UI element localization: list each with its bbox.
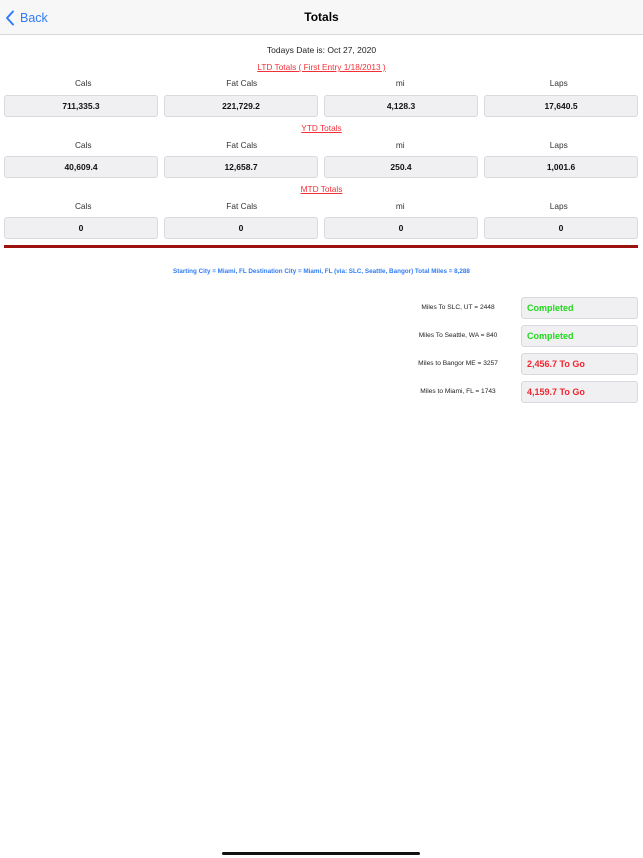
label-fat-cals: Fat Cals [226,201,258,211]
leg-status[interactable]: Completed [521,297,638,319]
ytd-mi-field[interactable]: 250.4 [324,156,478,178]
mtd-totals-link[interactable]: MTD Totals [0,184,643,194]
ltd-cals-field[interactable]: 711,335.3 [4,95,158,117]
leg-status[interactable]: 4,159.7 To Go [521,381,638,403]
ltd-values: 711,335.3 221,729.2 4,128.3 17,640.5 [4,95,638,117]
ltd-fat-cals-field[interactable]: 221,729.2 [164,95,318,117]
label-cals: Cals [74,201,92,211]
mtd-fat-cals-field[interactable]: 0 [164,217,318,239]
label-fat-cals: Fat Cals [226,140,258,150]
todays-date: Todays Date is: Oct 27, 2020 [266,45,377,55]
ytd-column-labels: Cals Fat Cals mi Laps [4,140,638,150]
label-mi: mi [395,78,405,88]
navigation-bar: Back Totals [0,0,643,35]
mtd-cals-field[interactable]: 0 [4,217,158,239]
ltd-column-labels: Cals Fat Cals mi Laps [4,78,638,88]
home-indicator[interactable] [222,852,420,855]
mtd-column-labels: Cals Fat Cals mi Laps [4,201,638,211]
trip-summary: Starting City = Miami, FL Destination Ci… [173,268,470,275]
label-cals: Cals [74,78,92,88]
ytd-cals-field[interactable]: 40,609.4 [4,156,158,178]
label-fat-cals: Fat Cals [226,78,258,88]
ltd-totals-link[interactable]: LTD Totals ( First Entry 1/18/2013 ) [0,62,643,72]
mtd-laps-field[interactable]: 0 [484,217,638,239]
leg-status[interactable]: Completed [521,325,638,347]
leg-label: Miles To Seattle, WA = 840 [418,332,498,339]
label-laps: Laps [549,140,568,150]
leg-label: Miles to Bangor ME = 3257 [418,360,498,367]
ytd-fat-cals-field[interactable]: 12,658.7 [164,156,318,178]
leg-row: Miles To SLC, UT = 2448 Completed [400,297,638,319]
page-title: Totals [304,10,339,24]
leg-row: Miles To Seattle, WA = 840 Completed [400,325,638,347]
label-mi: mi [395,201,405,211]
label-laps: Laps [549,201,568,211]
ytd-totals-link[interactable]: YTD Totals [0,123,643,133]
ytd-laps-field[interactable]: 1,001.6 [484,156,638,178]
leg-row: Miles to Bangor ME = 3257 2,456.7 To Go [400,353,638,375]
leg-label: Miles to Miami, FL = 1743 [420,388,496,395]
mtd-mi-field[interactable]: 0 [324,217,478,239]
mtd-values: 0 0 0 0 [4,217,638,239]
section-divider [4,245,638,248]
label-laps: Laps [549,78,568,88]
leg-row: Miles to Miami, FL = 1743 4,159.7 To Go [400,381,638,403]
leg-status[interactable]: 2,456.7 To Go [521,353,638,375]
ytd-values: 40,609.4 12,658.7 250.4 1,001.6 [4,156,638,178]
ltd-mi-field[interactable]: 4,128.3 [324,95,478,117]
label-cals: Cals [74,140,92,150]
leg-label: Miles To SLC, UT = 2448 [421,304,495,311]
ltd-laps-field[interactable]: 17,640.5 [484,95,638,117]
label-mi: mi [395,140,405,150]
